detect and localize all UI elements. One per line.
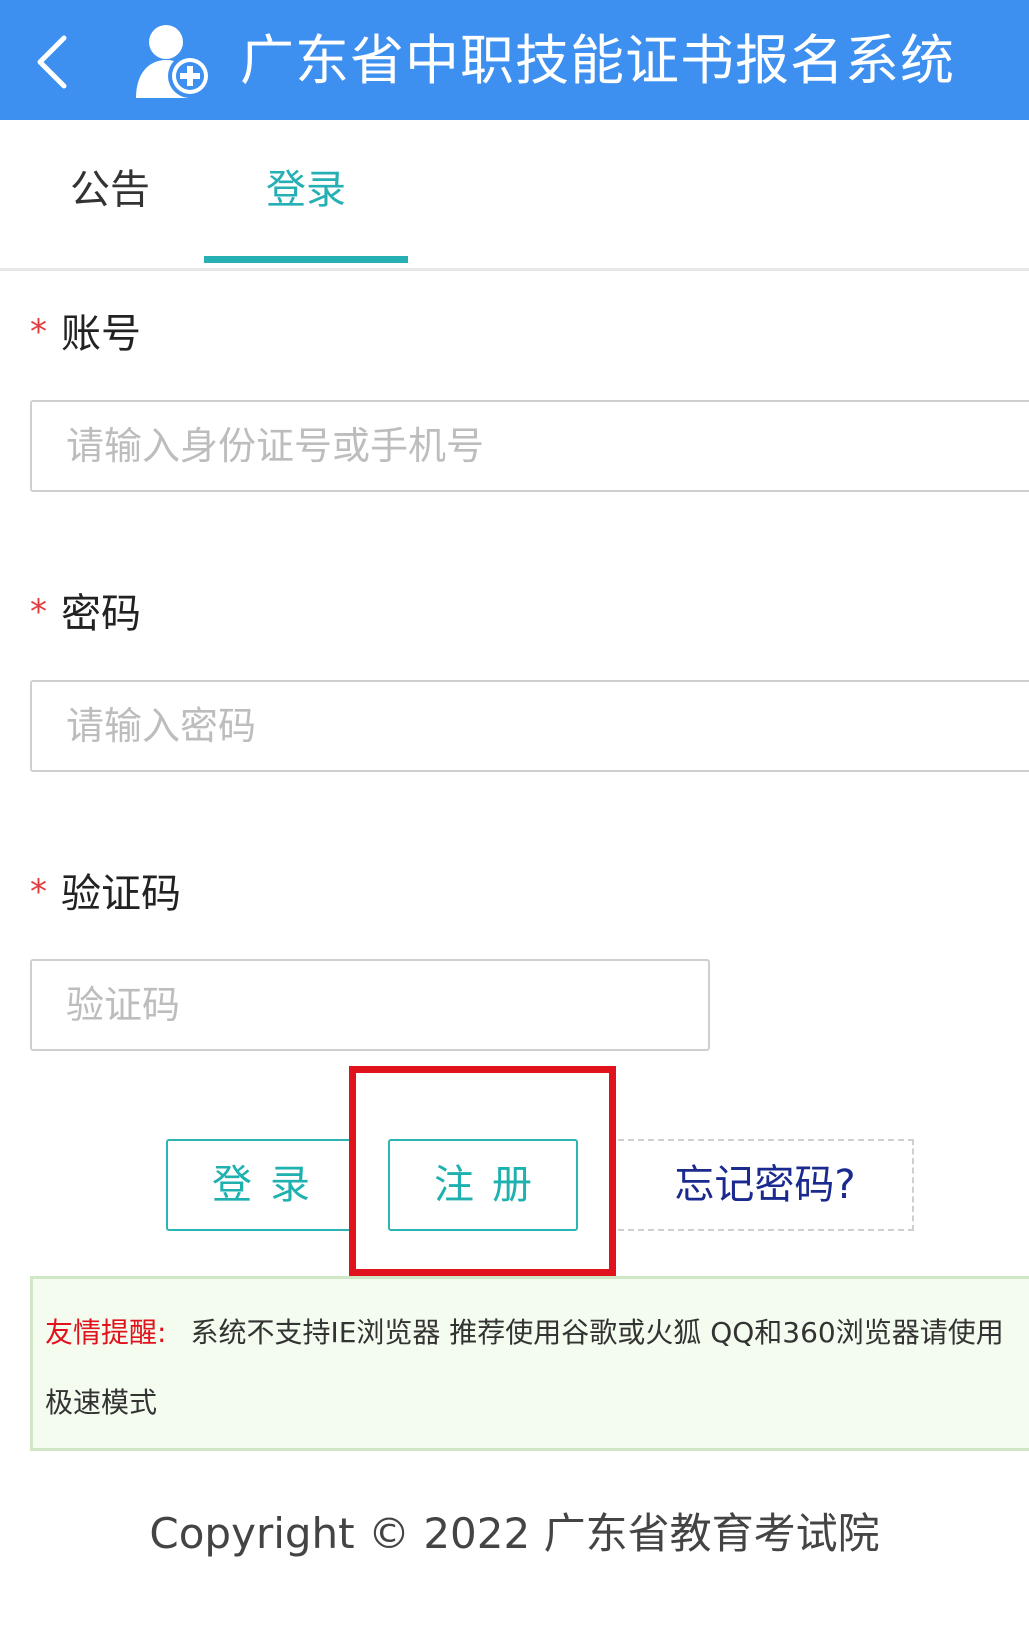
account-label-text: 账号	[61, 311, 141, 357]
notice-title: 友情提醒:	[45, 1316, 167, 1349]
app-title: 广东省中职技能证书报名系统	[240, 29, 955, 92]
captcha-label-text: 验证码	[61, 871, 181, 917]
notice-line: 友情提醒: 系统不支持IE浏览器 推荐使用谷歌或火狐 QQ和360浏览器请使用	[45, 1313, 1004, 1353]
login-button[interactable]: 登录	[166, 1139, 356, 1231]
forgot-password-link[interactable]: 忘记密码?	[618, 1139, 914, 1231]
active-tab-indicator	[204, 256, 408, 263]
password-label: * 密码	[30, 584, 141, 640]
tab-bar: 公告 登录	[0, 120, 1029, 271]
register-button[interactable]: 注册	[388, 1139, 578, 1231]
chevron-left-icon	[18, 22, 94, 98]
password-label-text: 密码	[61, 591, 141, 637]
required-mark: *	[30, 872, 47, 912]
tab-login[interactable]: 登录	[204, 120, 408, 260]
back-button[interactable]	[18, 22, 94, 98]
notice-box: 友情提醒: 系统不支持IE浏览器 推荐使用谷歌或火狐 QQ和360浏览器请使用 极…	[30, 1276, 1029, 1451]
required-mark: *	[30, 592, 47, 632]
copyright: Copyright © 2022 广东省教育考试院	[149, 1509, 880, 1558]
notice-text-continued: 极速模式	[45, 1386, 158, 1419]
captcha-label: * 验证码	[30, 864, 181, 920]
user-add-icon	[132, 20, 214, 102]
account-input[interactable]	[30, 400, 1029, 492]
required-mark: *	[30, 312, 47, 352]
tab-notice[interactable]: 公告	[40, 120, 180, 260]
app-header: 广东省中职技能证书报名系统	[0, 0, 1029, 120]
account-label: * 账号	[30, 304, 141, 360]
notice-text: 系统不支持IE浏览器 推荐使用谷歌或火狐 QQ和360浏览器请使用	[190, 1316, 1004, 1349]
captcha-input[interactable]	[30, 959, 710, 1051]
password-input[interactable]	[30, 680, 1029, 772]
